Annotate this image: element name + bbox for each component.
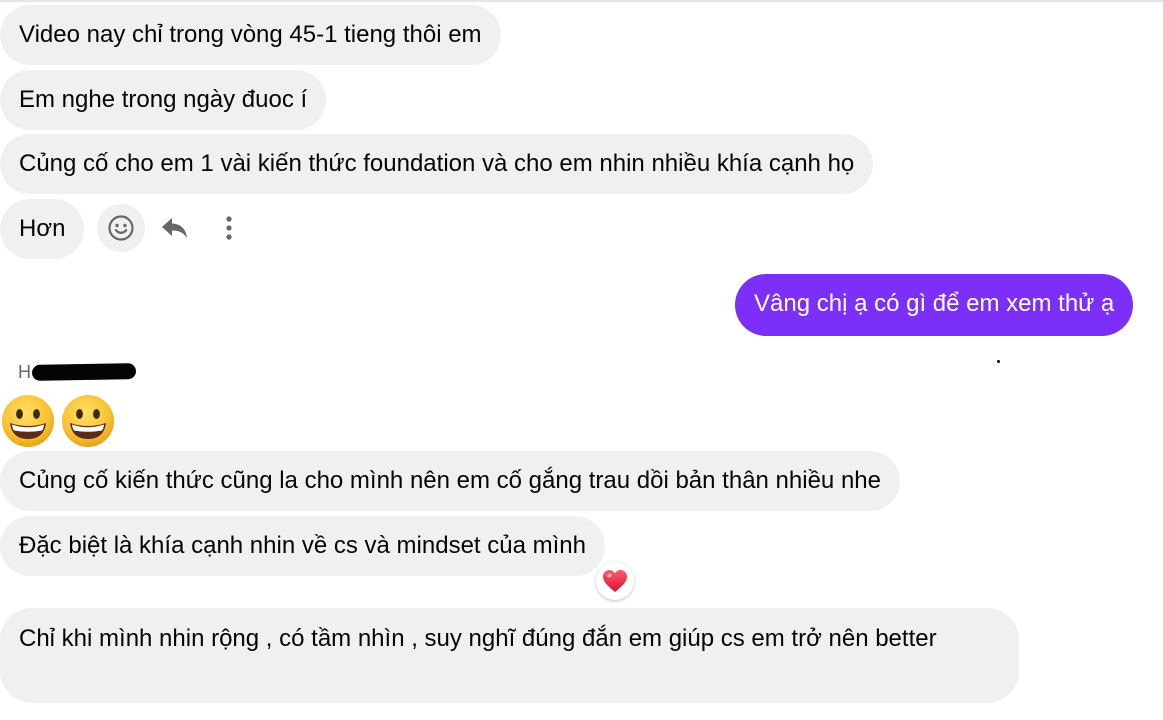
- reply-button[interactable]: [151, 204, 199, 252]
- emoji-message[interactable]: [0, 393, 116, 449]
- messenger-conversation: Video nay chỉ trong vòng 45-1 tieng thôi…: [0, 0, 1163, 720]
- redaction-mark: [31, 363, 137, 381]
- message-bubble-incoming[interactable]: Chỉ khi mình nhin rộng , có tầm nhìn , s…: [0, 608, 1019, 703]
- message-bubble-outgoing[interactable]: Vâng chị ạ có gì để em xem thử ạ: [735, 274, 1134, 336]
- grinning-face-icon: [62, 395, 114, 447]
- message-bubble-incoming[interactable]: Củng cố kiến thức cũng la cho mình nên e…: [0, 451, 900, 511]
- sender-name: H: [18, 360, 137, 384]
- sender-name-initial: H: [18, 361, 31, 382]
- more-options-button[interactable]: [205, 204, 253, 252]
- message-text: Hơn: [19, 215, 66, 242]
- message-bubble-incoming[interactable]: Em nghe trong ngày đuoc í: [0, 70, 327, 130]
- react-button[interactable]: [97, 204, 145, 252]
- message-text: Video nay chỉ trong vòng 45-1 tieng thôi…: [19, 21, 482, 48]
- message-bubble-incoming[interactable]: Củng cố cho em 1 vài kiến thức foundatio…: [0, 134, 874, 194]
- message-text: Đặc biệt là khía cạnh nhin về cs và mind…: [19, 532, 586, 559]
- heart-reaction[interactable]: [596, 562, 634, 600]
- grinning-face-icon: [2, 395, 54, 447]
- message-text: Chỉ khi mình nhin rộng , có tầm nhìn , s…: [19, 625, 937, 652]
- smiley-react-icon: [108, 215, 134, 241]
- reply-icon: [162, 218, 187, 238]
- message-bubble-incoming[interactable]: Hơn: [0, 199, 85, 259]
- message-actions: [97, 203, 253, 253]
- message-text: Vâng chị ạ có gì để em xem thử ạ: [754, 290, 1115, 317]
- heart-icon: [603, 570, 627, 592]
- message-text: Củng cố cho em 1 vài kiến thức foundatio…: [19, 150, 855, 177]
- message-bubble-incoming[interactable]: Video nay chỉ trong vòng 45-1 tieng thôi…: [0, 5, 501, 65]
- message-text: Củng cố kiến thức cũng la cho mình nên e…: [19, 467, 881, 494]
- more-options-icon: [226, 216, 232, 240]
- top-divider: [0, 0, 1163, 2]
- message-text: Em nghe trong ngày đuoc í: [19, 86, 308, 113]
- message-bubble-incoming[interactable]: Đặc biệt là khía cạnh nhin về cs và mind…: [0, 516, 605, 576]
- read-indicator: [997, 360, 1000, 363]
